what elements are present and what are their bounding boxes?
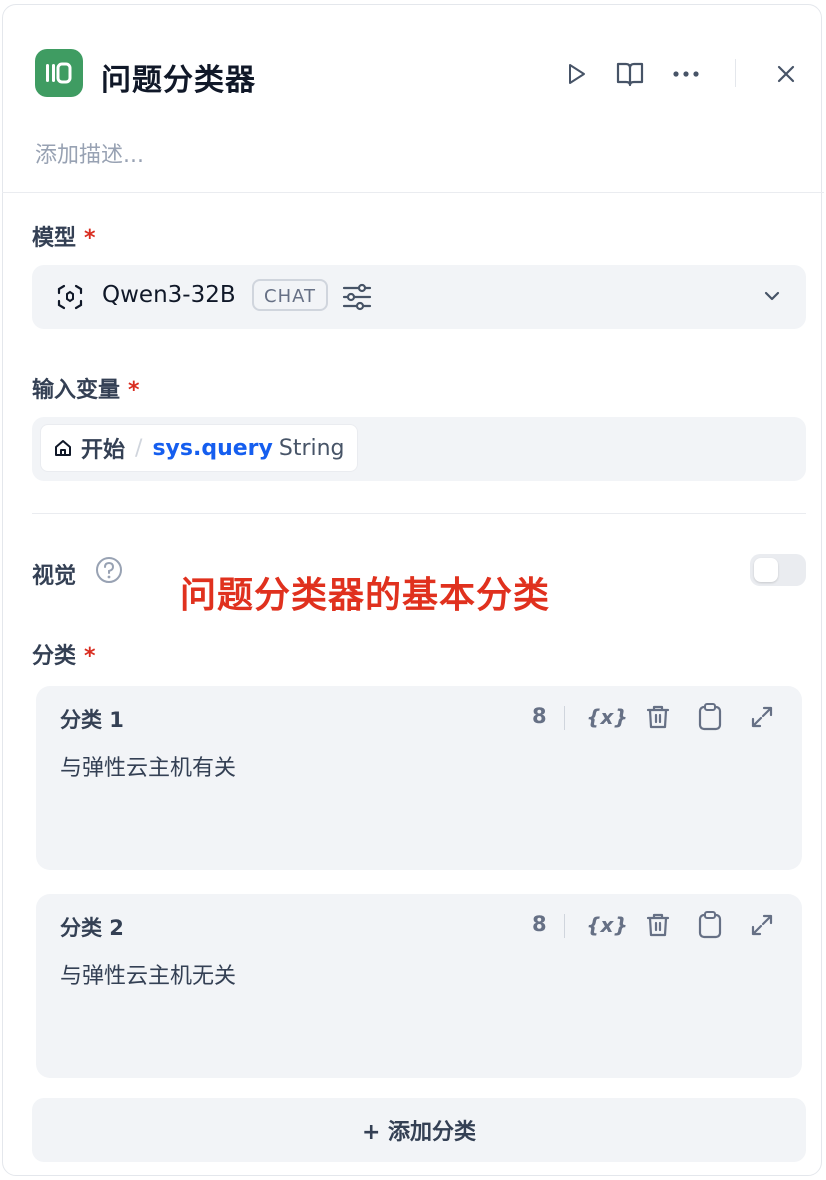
class-title: 分类 2 — [60, 916, 124, 940]
expand-button[interactable] — [745, 908, 779, 942]
home-icon — [55, 440, 71, 456]
delete-button[interactable] — [641, 908, 675, 942]
required-mark: * — [84, 226, 96, 251]
model-provider-icon — [57, 284, 83, 310]
trash-icon — [646, 913, 670, 937]
class-char-count: 8 — [532, 912, 547, 936]
classes-label: 分类 * — [32, 644, 96, 669]
delete-button[interactable] — [641, 700, 675, 734]
description-input[interactable]: 添加描述... — [35, 137, 144, 169]
expand-icon — [751, 706, 773, 728]
section-divider — [32, 513, 806, 514]
variable-node-name: 开始 — [81, 438, 126, 463]
docs-button[interactable] — [615, 59, 645, 89]
clipboard-icon — [698, 911, 722, 939]
model-label: 模型 * — [32, 226, 96, 251]
annotation-text: 问题分类器的基本分类 — [180, 575, 551, 616]
vision-toggle[interactable] — [750, 554, 806, 586]
variable-icon: {x} — [586, 705, 628, 729]
class-text[interactable]: 与弹性云主机有关 — [60, 750, 236, 782]
question-classifier-icon — [35, 49, 83, 97]
model-mode-badge: CHAT — [252, 279, 329, 311]
play-icon — [569, 64, 585, 84]
class-char-count: 8 — [532, 704, 547, 728]
count-divider — [564, 914, 565, 938]
close-button[interactable] — [771, 59, 801, 89]
header-divider — [735, 59, 736, 87]
help-icon[interactable] — [95, 556, 123, 584]
add-class-button[interactable]: + 添加分类 — [32, 1098, 806, 1162]
more-dots-icon — [673, 71, 699, 77]
model-settings-icon[interactable] — [342, 283, 372, 311]
page-title: 问题分类器 — [101, 63, 256, 98]
toggle-knob — [754, 558, 778, 582]
class-text[interactable]: 与弹性云主机无关 — [60, 958, 236, 990]
required-mark: * — [84, 644, 96, 669]
model-name: Qwen3-32B — [102, 282, 236, 308]
model-select[interactable]: Qwen3-32B CHAT — [32, 265, 806, 329]
class-card[interactable]: 分类 2 8 {x} 与弹性云主机无关 — [36, 894, 802, 1078]
input-variable-field[interactable]: 开始 / sys.query String — [32, 417, 806, 481]
variable-separator: / — [135, 435, 143, 461]
expand-icon — [751, 914, 773, 936]
class-title: 分类 1 — [60, 708, 124, 732]
variable-icon: {x} — [586, 913, 628, 937]
count-divider — [564, 706, 565, 730]
vision-label: 视觉 — [32, 564, 77, 589]
input-variable-label: 输入变量 * — [32, 378, 140, 403]
variable-type: String — [278, 435, 345, 461]
trash-icon — [646, 705, 670, 729]
clipboard-icon — [698, 703, 722, 731]
variable-chip[interactable]: 开始 / sys.query String — [40, 424, 358, 472]
book-icon — [616, 62, 644, 87]
copy-button[interactable] — [693, 908, 727, 942]
copy-button[interactable] — [693, 700, 727, 734]
insert-variable-button[interactable]: {x} — [586, 700, 627, 734]
more-button[interactable] — [671, 59, 701, 89]
close-icon — [777, 65, 795, 83]
insert-variable-button[interactable]: {x} — [586, 908, 627, 942]
header-divider-line — [2, 192, 824, 193]
expand-button[interactable] — [745, 700, 779, 734]
panel-header: 问题分类器 — [35, 49, 801, 101]
run-button[interactable] — [561, 59, 591, 89]
chevron-down-icon — [764, 291, 780, 301]
required-mark: * — [128, 378, 140, 403]
class-card[interactable]: 分类 1 8 {x} 与弹性云主机有关 — [36, 686, 802, 870]
variable-name: sys.query — [152, 435, 273, 461]
